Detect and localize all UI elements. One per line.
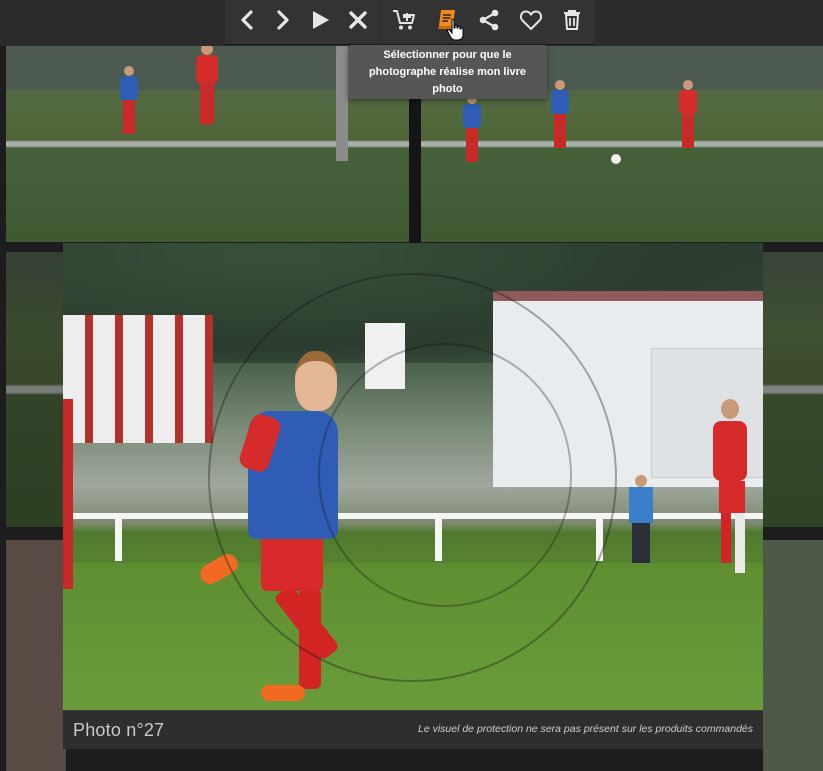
photo-fence-post bbox=[115, 513, 122, 561]
tooltip-line-2: photographe réalise mon livre bbox=[368, 66, 527, 78]
delete-button[interactable] bbox=[555, 3, 589, 37]
photo-building-left bbox=[63, 315, 213, 443]
thumbnail-photo-right[interactable] bbox=[763, 252, 823, 527]
thumbnail-photo-bottom-right[interactable] bbox=[763, 540, 823, 771]
favorite-button[interactable] bbox=[514, 3, 548, 37]
thumbnail-player bbox=[118, 66, 140, 136]
background-person bbox=[629, 475, 653, 565]
thumbnail-player bbox=[677, 80, 699, 150]
protection-notice: Le visuel de protection ne sera pas prés… bbox=[417, 723, 753, 735]
thumbnail-player bbox=[194, 46, 220, 127]
navigation-group bbox=[225, 0, 380, 45]
thumbnail-photo-left[interactable] bbox=[6, 252, 66, 527]
tooltip-line-3: photo bbox=[432, 83, 463, 95]
background-player bbox=[713, 399, 749, 579]
background-player-edge bbox=[63, 399, 73, 589]
photo-caption-bar: Photo n°27 Le visuel de protection ne se… bbox=[63, 710, 763, 749]
heart-icon bbox=[519, 10, 543, 31]
add-to-cart-icon bbox=[393, 10, 415, 30]
share-button[interactable] bbox=[472, 3, 506, 37]
actions-group bbox=[381, 0, 595, 45]
share-icon bbox=[479, 9, 499, 31]
main-photo[interactable] bbox=[63, 243, 763, 710]
play-icon bbox=[313, 11, 329, 29]
ball bbox=[611, 154, 621, 164]
hand-cursor-icon bbox=[446, 18, 464, 41]
chevron-left-icon bbox=[241, 10, 253, 30]
thumbnail-photo-bottom-left[interactable] bbox=[6, 540, 66, 771]
player-boot bbox=[261, 685, 305, 701]
close-icon bbox=[349, 11, 367, 29]
protection-watermark-inner bbox=[318, 343, 572, 607]
thumbnail-player bbox=[549, 80, 571, 150]
slideshow-button[interactable] bbox=[303, 3, 337, 37]
close-button[interactable] bbox=[341, 3, 375, 37]
thumbnail-pole bbox=[336, 46, 348, 161]
tooltip-line-1: Sélectionner pour que le bbox=[383, 49, 512, 61]
photobook-tooltip: Sélectionner pour que le photographe réa… bbox=[348, 45, 547, 99]
trash-icon bbox=[564, 10, 580, 30]
previous-button[interactable] bbox=[231, 3, 265, 37]
thumbnail-player bbox=[461, 94, 483, 164]
next-button[interactable] bbox=[265, 3, 299, 37]
photo-number: Photo n°27 bbox=[73, 720, 165, 740]
chevron-right-icon bbox=[277, 10, 289, 30]
add-to-cart-button[interactable] bbox=[387, 3, 421, 37]
lightbox-toolbar bbox=[0, 0, 823, 46]
